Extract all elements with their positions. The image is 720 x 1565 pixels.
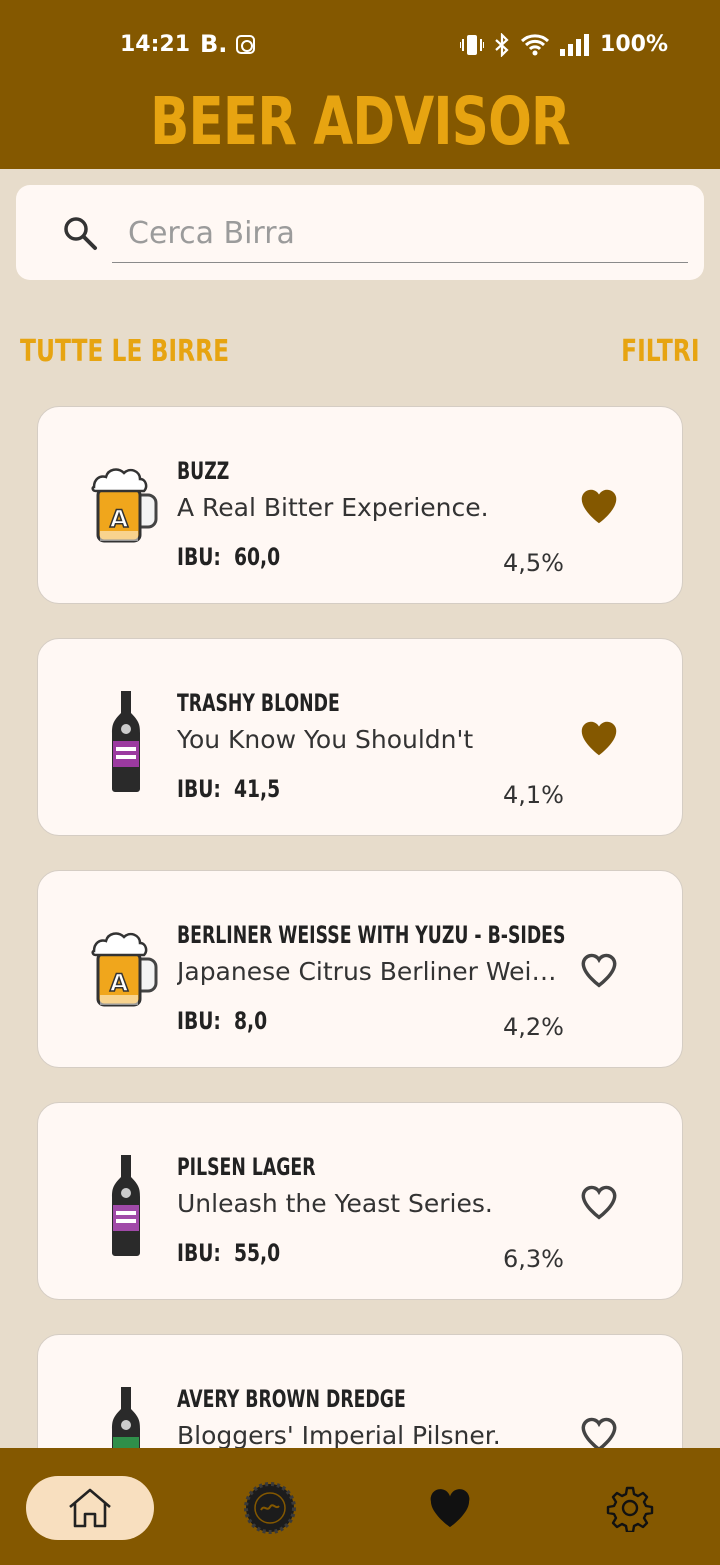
beer-mug-icon: A [91,932,158,1007]
status-bar: 14:21 B. 100% [0,26,720,66]
status-indicators: 100% [460,32,668,57]
beer-abv: 6,3% [503,1245,564,1273]
nav-beers[interactable] [242,1476,298,1540]
beer-list: A BUZZ A Real Bitter Experience. IBU: 60… [37,406,683,1448]
ibu-value: 41,5 [233,775,281,803]
beer-tagline: Unleash the Yeast Series. [177,1189,493,1218]
section-header: TUTTE LE BIRRE FILTRI [20,330,700,374]
beer-name: BUZZ [177,457,230,485]
beer-bottle-icon [112,1155,140,1256]
beer-name: AVERY BROWN DREDGE [177,1385,406,1413]
beer-ibu: IBU: 55,0 [177,1239,280,1267]
section-title: TUTTE LE BIRRE [20,334,230,369]
ibu-value: 8,0 [233,1007,268,1035]
svg-text:A: A [110,969,129,997]
svg-text:A: A [110,505,129,533]
search-input[interactable] [112,205,688,263]
beer-card[interactable]: A BERLINER WEISSE WITH YUZU - B-SIDES Ja… [37,870,683,1068]
app-header: 14:21 B. 100% BEER ADVISOR [0,0,720,169]
battery-level: 100% [600,32,668,57]
beer-name: PILSEN LAGER [177,1153,316,1181]
search-bar [16,185,704,280]
beer-cap-icon [244,1482,296,1534]
beer-abv: 4,1% [503,781,564,809]
beer-bottle-icon [112,1387,140,1448]
nav-favorites[interactable] [426,1476,474,1540]
ibu-label: IBU: [177,1007,221,1035]
beer-mug-icon: A [91,468,158,543]
beer-tagline: Japanese Citrus Berliner Weisse. [177,957,567,986]
beer-ibu: IBU: 60,0 [177,543,280,571]
nav-settings[interactable] [604,1476,656,1540]
favorite-outline-icon[interactable] [576,1179,622,1225]
beer-tagline: You Know You Shouldn't [177,725,474,754]
ibu-label: IBU: [177,1239,221,1267]
vibrate-icon [460,34,485,55]
signal-icon [560,33,590,56]
bluetooth-icon [495,32,509,57]
beer-ibu: IBU: 41,5 [177,775,280,803]
ibu-value: 60,0 [233,543,281,571]
app-title: BEER ADVISOR [150,83,571,160]
gear-icon [606,1486,654,1532]
beer-tagline: A Real Bitter Experience. [177,493,489,522]
favorite-outline-icon[interactable] [576,947,622,993]
status-time: 14:21 [120,32,191,57]
nav-home[interactable] [26,1476,154,1540]
filters-button[interactable]: FILTRI [622,330,700,374]
favorite-filled-icon[interactable] [576,715,622,761]
status-carrier-mark: B. [200,30,228,58]
favorite-outline-icon[interactable] [576,1411,622,1448]
favorite-filled-icon[interactable] [576,483,622,529]
beer-card[interactable]: A BUZZ A Real Bitter Experience. IBU: 60… [37,406,683,604]
search-icon [64,217,97,250]
ibu-label: IBU: [177,775,221,803]
instagram-icon [236,35,255,54]
wifi-icon [521,33,550,55]
beer-bottle-icon [112,691,140,792]
beer-tagline: Bloggers' Imperial Pilsner. [177,1421,501,1448]
beer-name: BERLINER WEISSE WITH YUZU - B-SIDES [177,921,566,949]
beer-card[interactable]: TRASHY BLONDE You Know You Shouldn't IBU… [37,638,683,836]
beer-ibu: IBU: 8,0 [177,1007,267,1035]
beer-card[interactable]: AVERY BROWN DREDGE Bloggers' Imperial Pi… [37,1334,683,1448]
beer-abv: 4,2% [503,1013,564,1041]
beer-name: TRASHY BLONDE [177,689,340,717]
heart-icon [430,1489,470,1528]
beer-card[interactable]: PILSEN LAGER Unleash the Yeast Series. I… [37,1102,683,1300]
ibu-label: IBU: [177,543,221,571]
beer-abv: 4,5% [503,549,564,577]
home-icon [69,1488,111,1528]
ibu-value: 55,0 [233,1239,281,1267]
bottom-navigation [0,1448,720,1565]
